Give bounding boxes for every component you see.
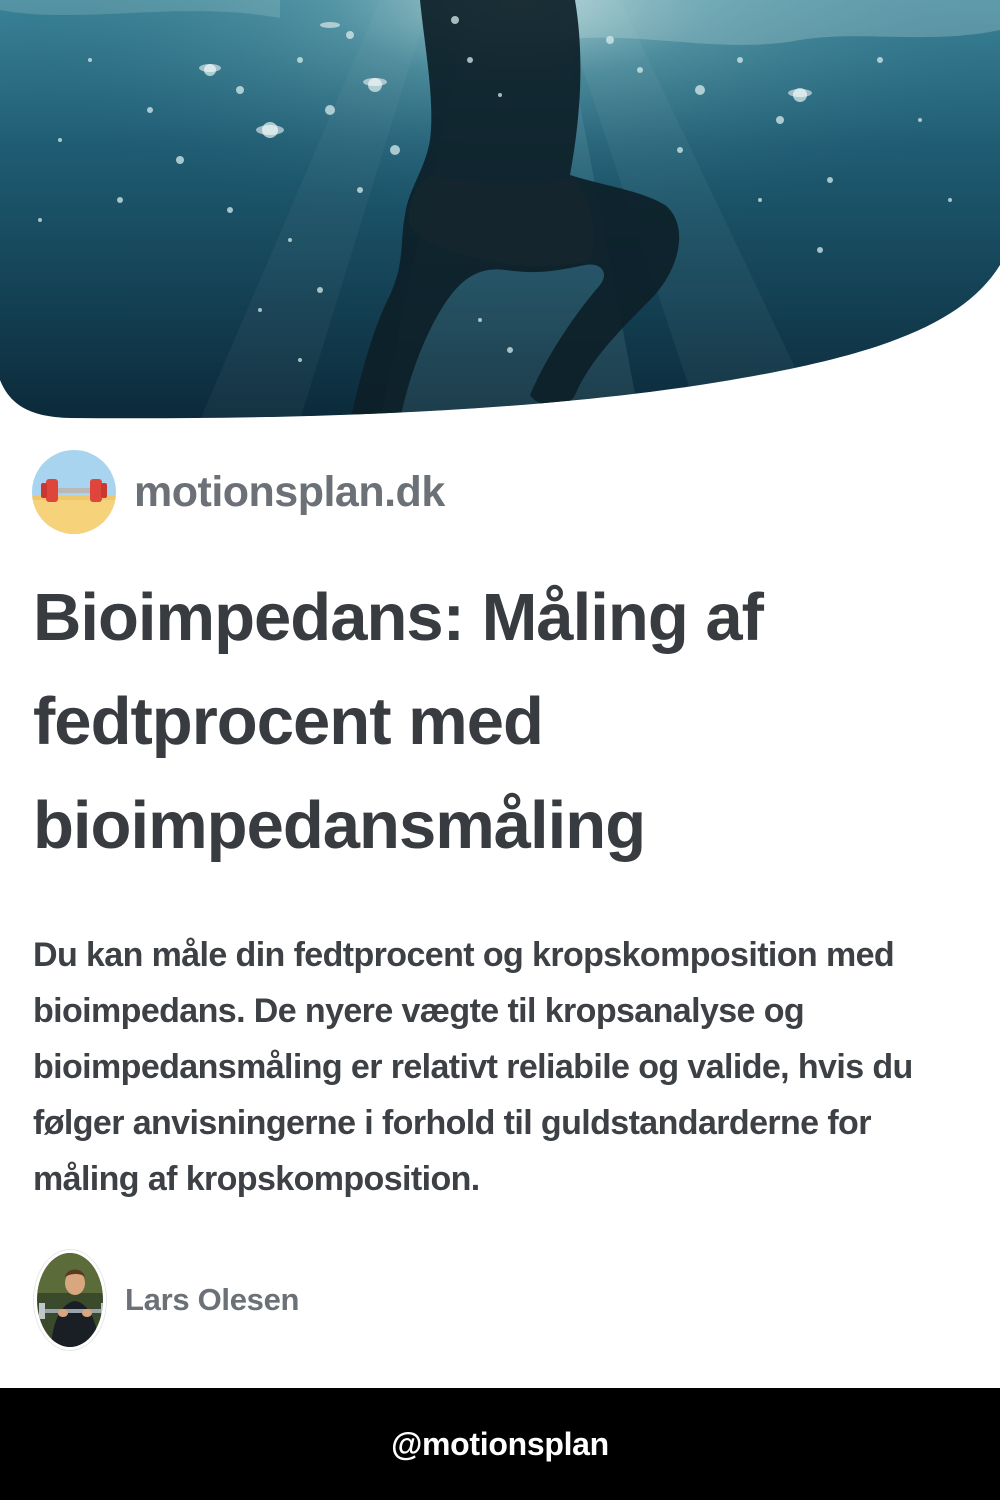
dumbbell-beach-icon[interactable]: [32, 450, 116, 534]
site-header: motionsplan.dk: [32, 450, 445, 534]
footer-bar: @motionsplan: [0, 1388, 1000, 1500]
author-avatar[interactable]: [34, 1250, 106, 1350]
author-name[interactable]: Lars Olesen: [125, 1282, 299, 1318]
article-description: Du kan måle din fedtprocent og kropskomp…: [33, 936, 913, 1198]
article-title[interactable]: Bioimpedans: Måling af fedtprocent med b…: [33, 566, 973, 878]
share-card: motionsplan.dk Bioimpedans: Måling af fe…: [0, 0, 1000, 1500]
author-byline: Lars Olesen: [34, 1250, 299, 1350]
hero-image: [0, 0, 1000, 420]
site-name[interactable]: motionsplan.dk: [134, 468, 445, 517]
social-handle[interactable]: @motionsplan: [391, 1426, 609, 1463]
underwater-swimmer-image: [0, 0, 1000, 419]
